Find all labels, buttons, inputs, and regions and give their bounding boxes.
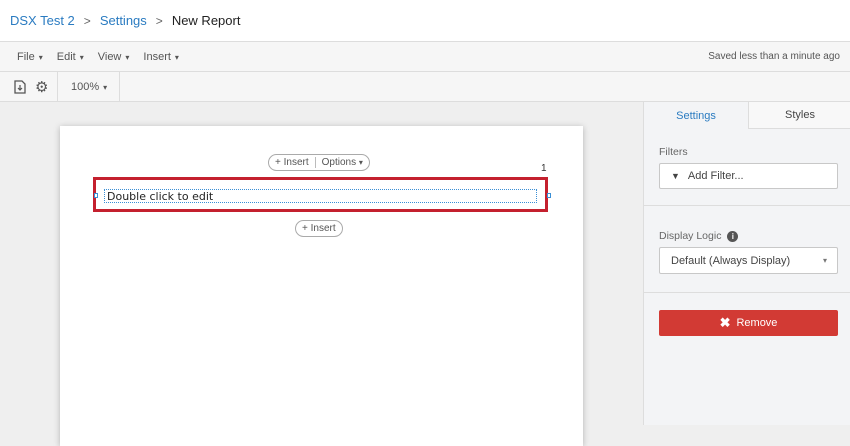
divider	[644, 292, 850, 293]
gear-icon[interactable]: ⚙	[35, 78, 48, 96]
display-logic-select[interactable]: Default (Always Display) ▾	[659, 247, 838, 274]
chevron-down-icon: ▾	[125, 52, 130, 62]
add-filter-label: Add Filter...	[687, 170, 744, 182]
zoom-select[interactable]: 100% ▾	[71, 81, 107, 93]
display-logic-value: Default (Always Display)	[671, 254, 791, 267]
insert-button-top[interactable]: + Insert	[269, 157, 315, 168]
settings-panel: Settings Styles Filters ▼ Add Filter... D…	[643, 102, 850, 425]
breadcrumb-dsx-test-2[interactable]: DSX Test 2	[10, 13, 75, 28]
text-block[interactable]: Double click to edit	[104, 189, 537, 203]
toolbar: ⚙ 100% ▾	[0, 72, 850, 102]
remove-button[interactable]: ✖ Remove	[659, 310, 838, 336]
insert-options-pill: + Insert Options ▾	[268, 154, 370, 171]
export-document-icon[interactable]	[14, 80, 26, 97]
tab-styles[interactable]: Styles	[748, 102, 850, 129]
menu-insert[interactable]: Insert ▾	[143, 51, 179, 63]
divider	[57, 72, 58, 102]
menu-view[interactable]: View ▾	[98, 51, 130, 63]
filters-label: Filters	[659, 146, 688, 158]
divider	[119, 72, 120, 102]
tab-settings[interactable]: Settings	[644, 102, 748, 129]
add-filter-button[interactable]: ▼ Add Filter...	[659, 163, 838, 189]
options-button[interactable]: Options ▾	[314, 157, 369, 168]
menu-label: Edit	[56, 50, 76, 63]
menu-label: View	[97, 50, 122, 63]
resize-handle[interactable]	[547, 193, 551, 198]
menu-file[interactable]: File ▾	[17, 51, 43, 63]
page-title: New Report	[171, 13, 241, 28]
insert-button-bottom[interactable]: + Insert	[295, 220, 343, 237]
chevron-down-icon: ▾	[38, 52, 43, 62]
display-logic-label: Display Logic i	[659, 230, 739, 242]
info-icon[interactable]: i	[727, 231, 739, 242]
divider	[644, 205, 850, 206]
resize-handle[interactable]	[94, 193, 98, 198]
saved-status: Saved less than a minute ago	[708, 51, 840, 62]
report-page	[60, 126, 583, 446]
chevron-right-icon: >	[83, 13, 91, 28]
insert-label: Insert	[283, 157, 309, 168]
options-label: Options	[321, 157, 357, 168]
breadcrumb: DSX Test 2 > Settings > New Report	[0, 0, 850, 42]
chevron-down-icon: ▾	[103, 83, 108, 92]
block-number: 1	[541, 163, 547, 174]
chevron-down-icon: ▾	[174, 52, 179, 62]
menu-label: Insert	[143, 50, 171, 63]
menubar: File ▾ Edit ▾ View ▾ Insert ▾ Saved less tha…	[0, 42, 850, 72]
display-logic-text: Display Logic	[659, 230, 722, 242]
filter-icon: ▼	[671, 171, 680, 181]
insert-label: Insert	[310, 223, 336, 234]
chevron-down-icon: ▾	[358, 158, 363, 167]
breadcrumb-settings[interactable]: Settings	[100, 13, 147, 28]
menu-edit[interactable]: Edit ▾	[57, 51, 84, 63]
remove-label: Remove	[736, 317, 778, 329]
close-icon: ✖	[719, 315, 731, 330]
chevron-down-icon: ▾	[822, 256, 827, 265]
chevron-down-icon: ▾	[79, 52, 84, 62]
chevron-right-icon: >	[155, 13, 163, 28]
zoom-value: 100%	[71, 81, 100, 93]
menu-label: File	[17, 50, 35, 63]
